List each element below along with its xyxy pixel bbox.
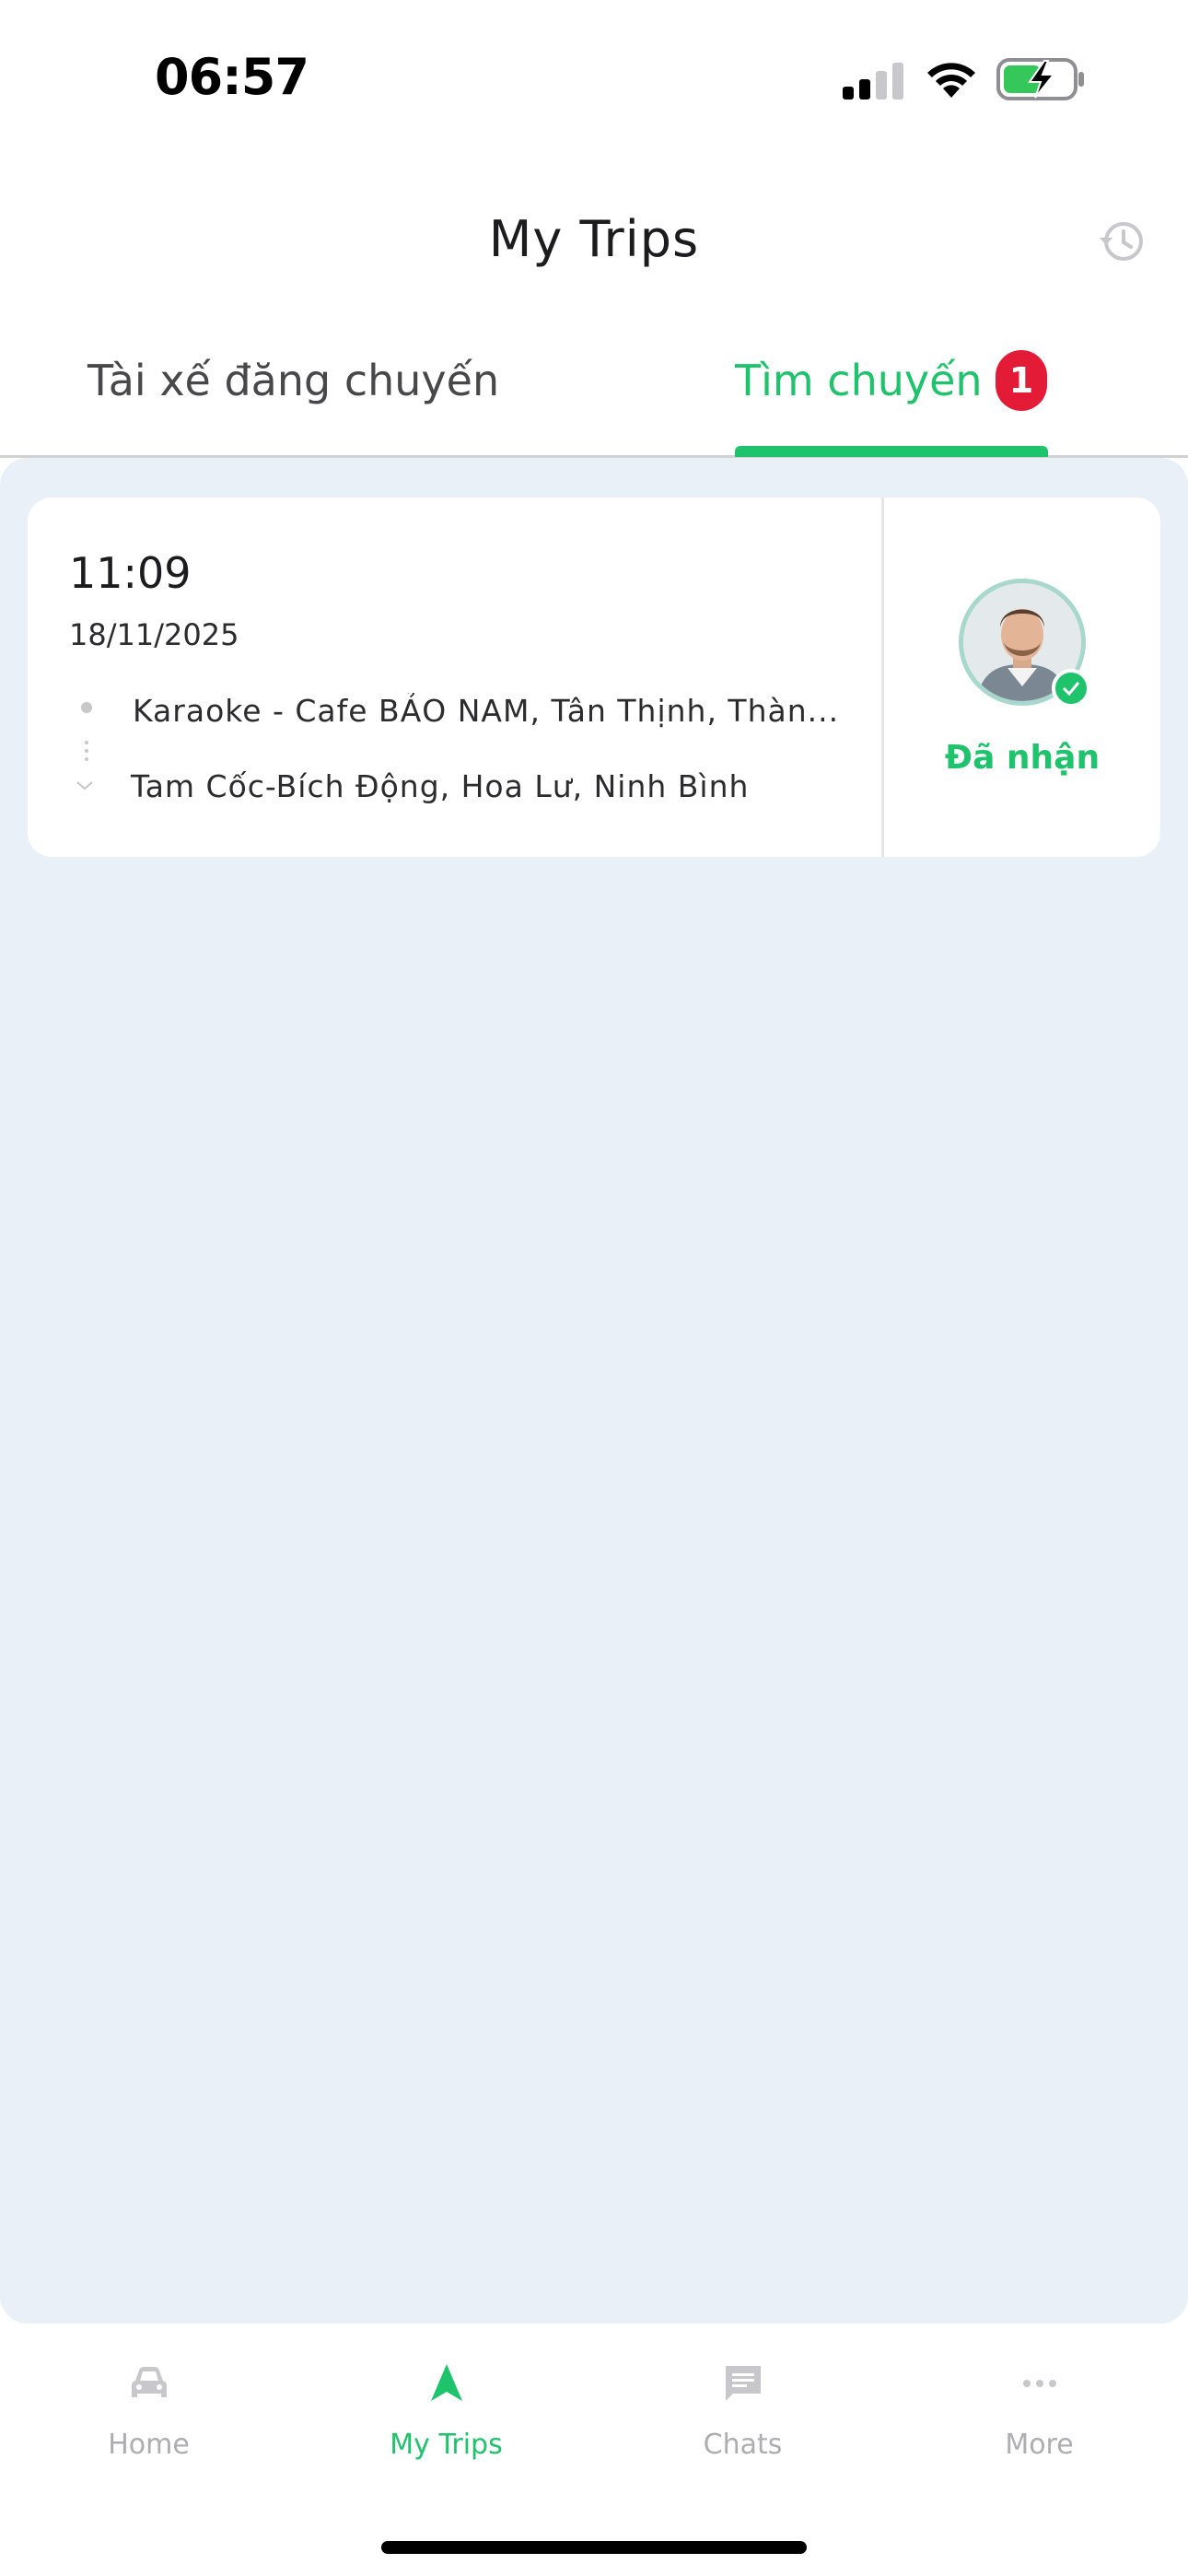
- home-indicator[interactable]: [381, 2541, 807, 2554]
- route-origin: Karaoke - Cafe BẢO NAM, Tân Thịnh, Thàn.…: [133, 693, 840, 729]
- card-divider: [881, 498, 884, 857]
- trip-time: 11:09: [69, 548, 192, 598]
- tab-driver-posted-trips[interactable]: Tài xế đăng chuyến: [87, 356, 499, 405]
- trip-date: 18/11/2025: [69, 617, 239, 652]
- wifi-icon: [927, 63, 975, 98]
- tab-badge-count: 1: [996, 350, 1047, 411]
- tab-find-trips[interactable]: Tìm chuyến: [735, 356, 983, 405]
- status-bar: 06:57: [0, 0, 1188, 138]
- more-dots-icon: [1022, 2380, 1056, 2387]
- nav-label-my-trips: My Trips: [390, 2429, 503, 2461]
- nav-label-more: More: [1005, 2429, 1074, 2461]
- page-title: My Trips: [488, 210, 700, 268]
- status-badge: Đã nhận: [944, 739, 1101, 777]
- nav-label-chats: Chats: [703, 2429, 783, 2461]
- nav-item-home[interactable]: Home: [0, 2360, 297, 2461]
- nav-item-more[interactable]: More: [891, 2360, 1188, 2461]
- chevron-down-icon: [76, 781, 93, 790]
- car-icon: [131, 2367, 167, 2397]
- tab-bar: Tài xế đăng chuyến Tìm chuyến 1: [0, 341, 1188, 458]
- nav-label-home: Home: [108, 2429, 190, 2461]
- cellular-signal-icon: [843, 63, 903, 100]
- verified-check-icon: [1052, 669, 1090, 708]
- navigation-arrow-icon: [430, 2364, 462, 2401]
- nav-item-chats[interactable]: Chats: [594, 2360, 891, 2461]
- chat-icon: [725, 2366, 761, 2401]
- trip-list: 11:09 18/11/2025 Karaoke - Cafe BẢO NAM,…: [0, 458, 1188, 2324]
- route-connector-icon: [85, 741, 88, 761]
- trip-card[interactable]: 11:09 18/11/2025 Karaoke - Cafe BẢO NAM,…: [28, 498, 1160, 857]
- battery-charging-icon: [996, 58, 1084, 100]
- origin-dot-icon: [81, 702, 92, 713]
- route-destination: Tam Cốc-Bích Động, Hoa Lư, Ninh Bình: [131, 768, 750, 804]
- bottom-nav: Home My Trips Chats More: [0, 2324, 1188, 2576]
- status-time: 06:57: [155, 48, 309, 106]
- active-tab-indicator: [735, 446, 1048, 457]
- nav-item-my-trips[interactable]: My Trips: [297, 2360, 595, 2461]
- history-icon[interactable]: [1098, 217, 1146, 265]
